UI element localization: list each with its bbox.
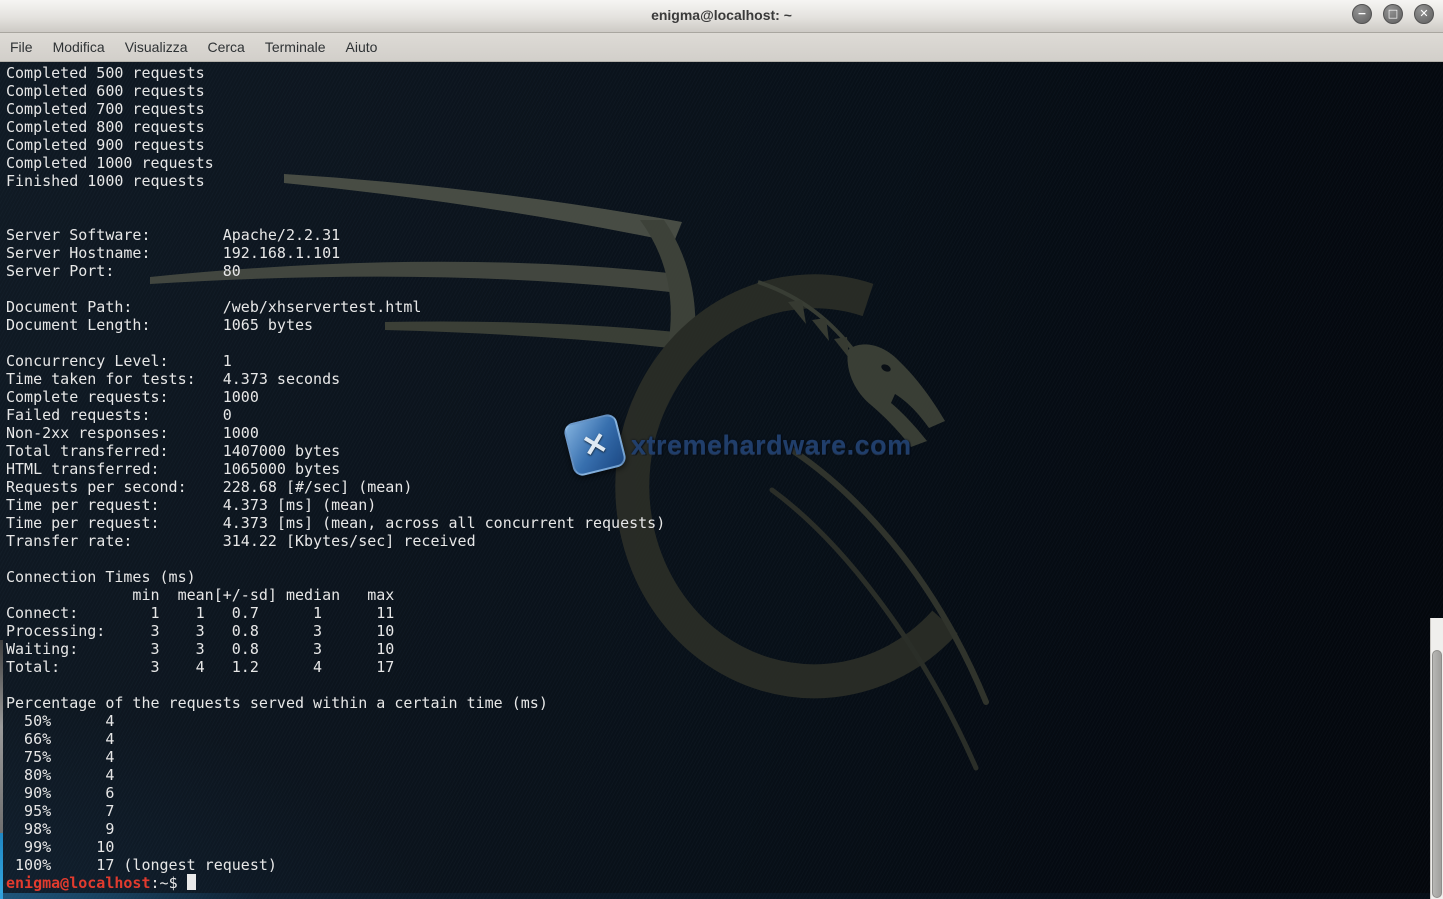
terminal-line: HTML transferred: 1065000 bytes (6, 460, 665, 478)
terminal-line: 95% 7 (6, 802, 665, 820)
minimize-button[interactable]: − (1352, 4, 1372, 24)
window-title: enigma@localhost: ~ (0, 7, 1443, 23)
terminal-line: 80% 4 (6, 766, 665, 784)
terminal-line (6, 550, 665, 568)
window-titlebar[interactable]: enigma@localhost: ~ − □ ✕ (0, 0, 1443, 33)
prompt-separator: : (151, 874, 160, 892)
terminal-content: Completed 500 requestsCompleted 600 requ… (6, 64, 665, 892)
terminal-line: Completed 1000 requests (6, 154, 665, 172)
maximize-button[interactable]: □ (1383, 4, 1403, 24)
terminal-line: Server Software: Apache/2.2.31 (6, 226, 665, 244)
terminal-line: Document Path: /web/xhservertest.html (6, 298, 665, 316)
terminal-screen[interactable]: ✕ xtremehardware.com Completed 500 reque… (0, 62, 1443, 899)
terminal-line: Time taken for tests: 4.373 seconds (6, 370, 665, 388)
menu-visualizza[interactable]: Visualizza (115, 33, 198, 61)
terminal-line: Server Hostname: 192.168.1.101 (6, 244, 665, 262)
wallpaper-edge-gray-strip (0, 640, 3, 833)
terminal-output: Completed 500 requestsCompleted 600 requ… (6, 64, 665, 874)
terminal-line: 98% 9 (6, 820, 665, 838)
minimize-icon: − (1357, 7, 1366, 20)
prompt-user-host: enigma@localhost (6, 874, 151, 892)
terminal-line: 100% 17 (longest request) (6, 856, 665, 874)
terminal-line: Requests per second: 228.68 [#/sec] (mea… (6, 478, 665, 496)
prompt-line: enigma@localhost:~$ (6, 874, 665, 892)
menu-modifica[interactable]: Modifica (43, 33, 115, 61)
terminal-line: Time per request: 4.373 [ms] (mean, acro… (6, 514, 665, 532)
terminal-line (6, 676, 665, 694)
terminal-line: min mean[+/-sd] median max (6, 586, 665, 604)
terminal-line: Connection Times (ms) (6, 568, 665, 586)
terminal-line: Connect: 1 1 0.7 1 11 (6, 604, 665, 622)
terminal-line: Transfer rate: 314.22 [Kbytes/sec] recei… (6, 532, 665, 550)
terminal-line: Percentage of the requests served within… (6, 694, 665, 712)
terminal-line: Waiting: 3 3 0.8 3 10 (6, 640, 665, 658)
terminal-cursor (187, 874, 196, 890)
screen: enigma@localhost: ~ − □ ✕ File Modifica … (0, 0, 1443, 899)
wallpaper-bottom-band (0, 893, 1443, 899)
terminal-line: Concurrency Level: 1 (6, 352, 665, 370)
prompt-path: ~ (160, 874, 169, 892)
wallpaper-edge-blue-strip (0, 833, 3, 899)
scrollbar-thumb[interactable] (1432, 650, 1442, 898)
terminal-line (6, 280, 665, 298)
terminal-line: 90% 6 (6, 784, 665, 802)
close-icon: ✕ (1419, 7, 1428, 20)
terminal-line: Processing: 3 3 0.8 3 10 (6, 622, 665, 640)
menu-aiuto[interactable]: Aiuto (336, 33, 388, 61)
terminal-line: 99% 10 (6, 838, 665, 856)
terminal-line: Completed 900 requests (6, 136, 665, 154)
terminal-line: 66% 4 (6, 730, 665, 748)
menu-cerca[interactable]: Cerca (197, 33, 254, 61)
terminal-line: Completed 800 requests (6, 118, 665, 136)
terminal-line: Completed 500 requests (6, 64, 665, 82)
prompt-symbol: $ (169, 874, 178, 892)
close-button[interactable]: ✕ (1414, 4, 1434, 24)
terminal-line (6, 190, 665, 208)
terminal-line: 50% 4 (6, 712, 665, 730)
terminal-line: Non-2xx responses: 1000 (6, 424, 665, 442)
terminal-line: Failed requests: 0 (6, 406, 665, 424)
terminal-line: Complete requests: 1000 (6, 388, 665, 406)
terminal-line: Server Port: 80 (6, 262, 665, 280)
maximize-icon: □ (1388, 7, 1398, 20)
menu-terminale[interactable]: Terminale (255, 33, 336, 61)
watermark-text: xtremehardware.com (631, 430, 912, 461)
terminal-line: Document Length: 1065 bytes (6, 316, 665, 334)
terminal-line: Total: 3 4 1.2 4 17 (6, 658, 665, 676)
terminal-line: 75% 4 (6, 748, 665, 766)
terminal-line (6, 334, 665, 352)
terminal-line: Total transferred: 1407000 bytes (6, 442, 665, 460)
terminal-line: Completed 600 requests (6, 82, 665, 100)
terminal-line (6, 208, 665, 226)
window-controls: − □ ✕ (1352, 4, 1434, 24)
menu-file[interactable]: File (10, 33, 43, 61)
terminal-line: Time per request: 4.373 [ms] (mean) (6, 496, 665, 514)
menu-bar: File Modifica Visualizza Cerca Terminale… (0, 33, 1443, 62)
terminal-line: Finished 1000 requests (6, 172, 665, 190)
terminal-line: Completed 700 requests (6, 100, 665, 118)
